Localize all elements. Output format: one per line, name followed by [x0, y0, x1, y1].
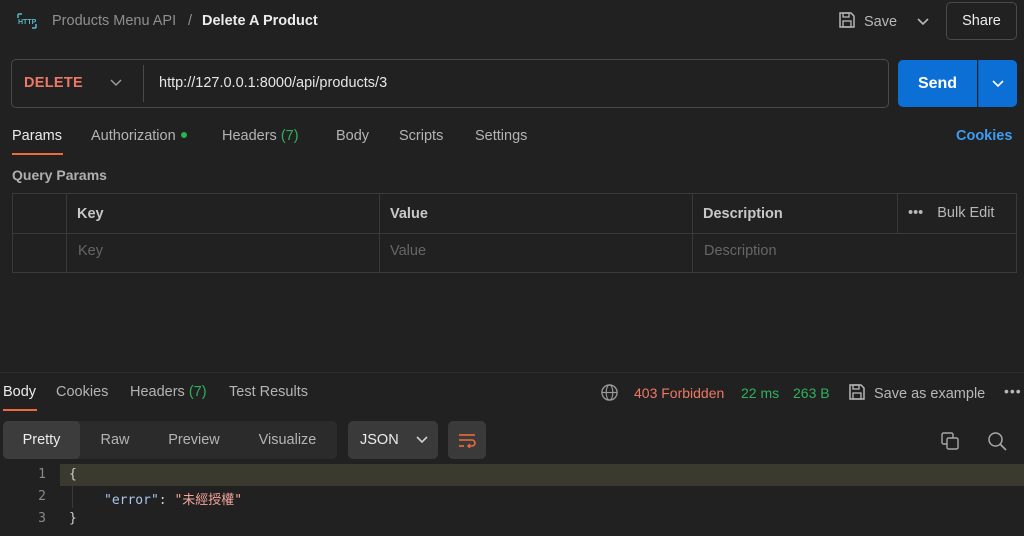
search-icon[interactable] [986, 430, 1008, 452]
save-label: Save [864, 14, 898, 30]
tab-headers[interactable]: Headers (7) [222, 128, 299, 144]
save-as-example-button[interactable]: Save as example [848, 383, 985, 405]
response-headers-label: Headers [130, 384, 185, 400]
param-key-input[interactable]: Key [78, 243, 103, 259]
tab-headers-label: Headers [222, 128, 277, 144]
save-options-chevron-down-icon[interactable] [912, 9, 934, 35]
view-raw-button[interactable]: Raw [80, 421, 150, 459]
svg-text:HTTP: HTTP [18, 19, 37, 26]
cookies-link[interactable]: Cookies [956, 128, 1012, 144]
active-tab-indicator [3, 409, 37, 411]
line-number: 3 [38, 511, 46, 526]
param-description-input[interactable]: Description [704, 243, 777, 259]
view-pretty-button[interactable]: Pretty [3, 421, 80, 459]
http-icon: HTTP [16, 11, 38, 31]
line-number: 1 [38, 467, 46, 482]
column-header-key: Key [77, 206, 104, 222]
tab-authorization[interactable]: Authorization [91, 128, 187, 144]
tab-settings[interactable]: Settings [475, 128, 527, 144]
bulk-edit-label: Bulk Edit [937, 205, 995, 221]
tab-scripts[interactable]: Scripts [399, 128, 443, 144]
table-row-divider [12, 233, 1017, 234]
headers-count: (7) [280, 128, 299, 144]
breadcrumb-separator: / [188, 13, 193, 29]
view-preview-button[interactable]: Preview [150, 421, 238, 459]
status-code[interactable]: 403 Forbidden [634, 385, 724, 401]
tab-params[interactable]: Params [12, 128, 62, 144]
response-divider[interactable] [0, 372, 1024, 373]
param-value-input[interactable]: Value [390, 243, 426, 259]
current-line-highlight [60, 464, 1024, 486]
json-key: "error" [104, 493, 159, 508]
response-tab-cookies[interactable]: Cookies [56, 384, 108, 400]
method-chevron-down-icon[interactable] [108, 74, 124, 92]
send-button[interactable]: Send [898, 60, 977, 107]
status-dot [180, 132, 187, 139]
response-size[interactable]: 263 B [793, 385, 830, 401]
breadcrumb-current: Delete A Product [202, 13, 318, 29]
code-line[interactable]: { [69, 467, 77, 482]
response-time[interactable]: 22 ms [741, 385, 779, 401]
share-button[interactable]: Share [946, 2, 1017, 40]
copy-icon[interactable] [939, 430, 961, 452]
table-column-divider [692, 193, 693, 273]
globe-icon[interactable] [600, 383, 619, 402]
divider [143, 65, 144, 102]
query-params-title: Query Params [12, 167, 107, 183]
more-options-icon[interactable]: ••• [1004, 383, 1022, 399]
response-tab-body[interactable]: Body [3, 384, 36, 400]
http-method-select[interactable]: DELETE [24, 75, 83, 91]
code-line[interactable]: } [69, 511, 77, 526]
breadcrumb-parent[interactable]: Products Menu API [52, 13, 176, 29]
save-as-example-label: Save as example [874, 386, 986, 402]
tab-authorization-label: Authorization [91, 128, 176, 144]
json-colon: : [158, 493, 175, 508]
json-string-value: "未經授權" [174, 493, 243, 508]
chevron-down-icon [416, 432, 428, 448]
url-input[interactable]: http://127.0.0.1:8000/api/products/3 [159, 75, 387, 91]
response-headers-count: (7) [188, 384, 207, 400]
save-button[interactable]: Save [838, 9, 897, 35]
column-header-description: Description [703, 206, 783, 222]
indent-guide [72, 486, 73, 508]
response-tab-headers[interactable]: Headers (7) [130, 384, 207, 400]
table-column-divider [66, 193, 67, 273]
code-line[interactable]: "error": "未經授權" [104, 489, 242, 508]
format-label: JSON [360, 432, 399, 448]
save-icon [848, 383, 866, 405]
tab-body[interactable]: Body [336, 128, 369, 144]
save-icon [838, 11, 856, 33]
send-options-chevron-down-icon[interactable] [978, 60, 1017, 107]
active-tab-indicator [12, 153, 63, 155]
format-select[interactable]: JSON [348, 421, 438, 459]
wrap-lines-icon[interactable] [448, 421, 486, 459]
table-column-divider [897, 193, 898, 233]
column-header-value: Value [390, 206, 428, 222]
response-tab-test-results[interactable]: Test Results [229, 384, 308, 400]
table-column-divider [379, 193, 380, 273]
line-number: 2 [38, 489, 46, 504]
more-options-icon[interactable]: ••• [908, 205, 923, 221]
bulk-edit-button[interactable]: ••• Bulk Edit [908, 205, 994, 221]
view-visualize-button[interactable]: Visualize [238, 421, 337, 459]
